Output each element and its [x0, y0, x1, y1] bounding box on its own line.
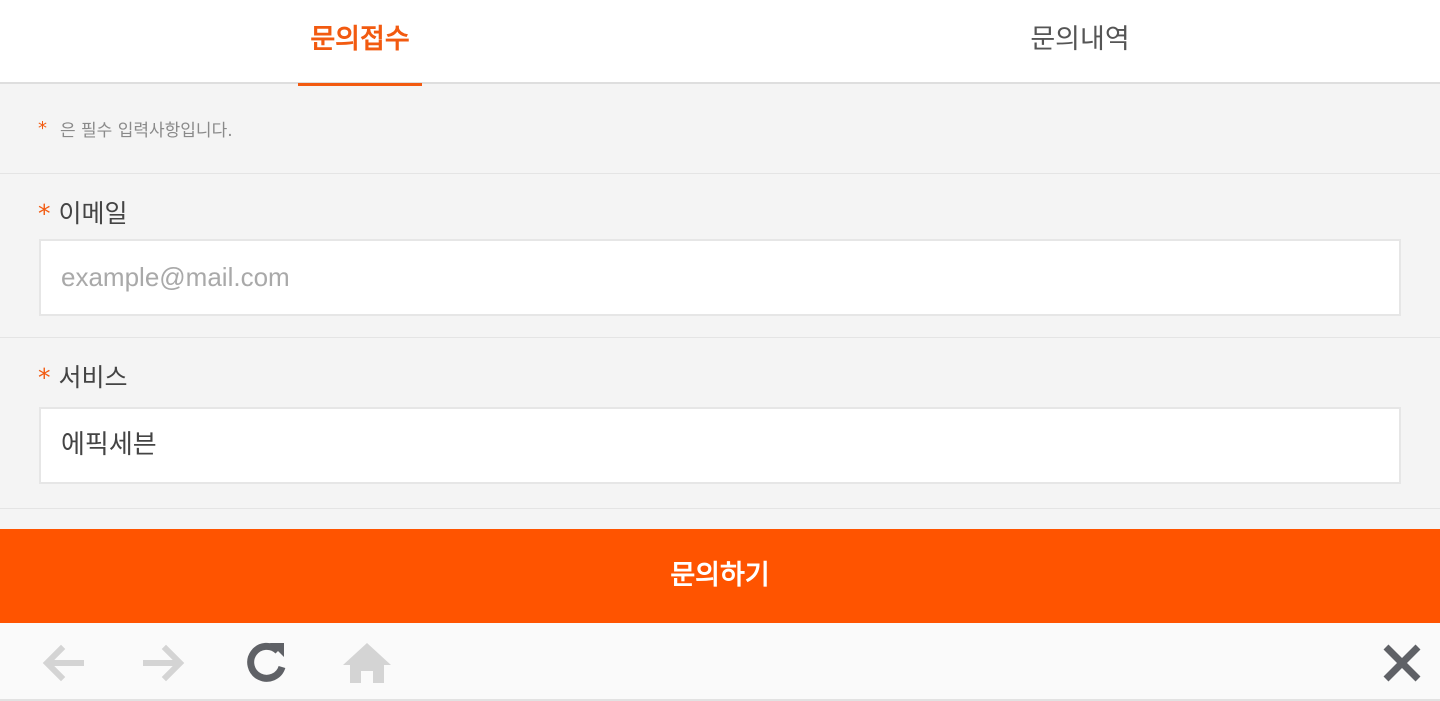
home-button[interactable] [341, 637, 393, 689]
service-required-mark: * [38, 363, 51, 392]
required-notice: * 은 필수 입력사항입니다. [0, 86, 1440, 174]
refresh-icon [247, 642, 286, 682]
refresh-button[interactable] [240, 637, 292, 689]
forward-arrow-icon [143, 644, 185, 682]
email-field[interactable] [41, 241, 1399, 314]
service-value: 에픽세븐 [61, 430, 157, 460]
email-required-mark: * [38, 199, 51, 228]
back-button[interactable] [37, 637, 89, 689]
service-label: * 서비스 [38, 358, 128, 394]
close-button[interactable] [1376, 637, 1428, 689]
email-field-box [39, 239, 1401, 316]
service-section: * 서비스 에픽세븐 [0, 338, 1440, 509]
submit-inquiry-button[interactable]: 문의하기 [0, 529, 1440, 623]
tab-inquiry-submit[interactable]: 문의접수 [298, 0, 422, 86]
tab-inquiry-history[interactable]: 문의내역 [1018, 0, 1142, 84]
service-label-text: 서비스 [58, 363, 128, 392]
required-notice-text: 은 필수 입력사항입니다. [60, 121, 233, 141]
required-star: * [38, 118, 47, 139]
close-icon [1383, 644, 1421, 682]
service-field[interactable]: 에픽세븐 [39, 407, 1401, 484]
email-label: * 이메일 [38, 194, 128, 230]
back-arrow-icon [42, 644, 84, 682]
email-section: * 이메일 [0, 174, 1440, 338]
email-label-text: 이메일 [58, 199, 128, 228]
tab-inquiry-submit-label: 문의접수 [310, 24, 410, 55]
forward-button[interactable] [138, 637, 190, 689]
tab-inquiry-history-label: 문의내역 [1030, 24, 1130, 55]
home-icon [343, 643, 391, 683]
tab-bar: 문의접수 문의내역 [0, 0, 1440, 86]
browser-nav-bar [0, 623, 1440, 701]
